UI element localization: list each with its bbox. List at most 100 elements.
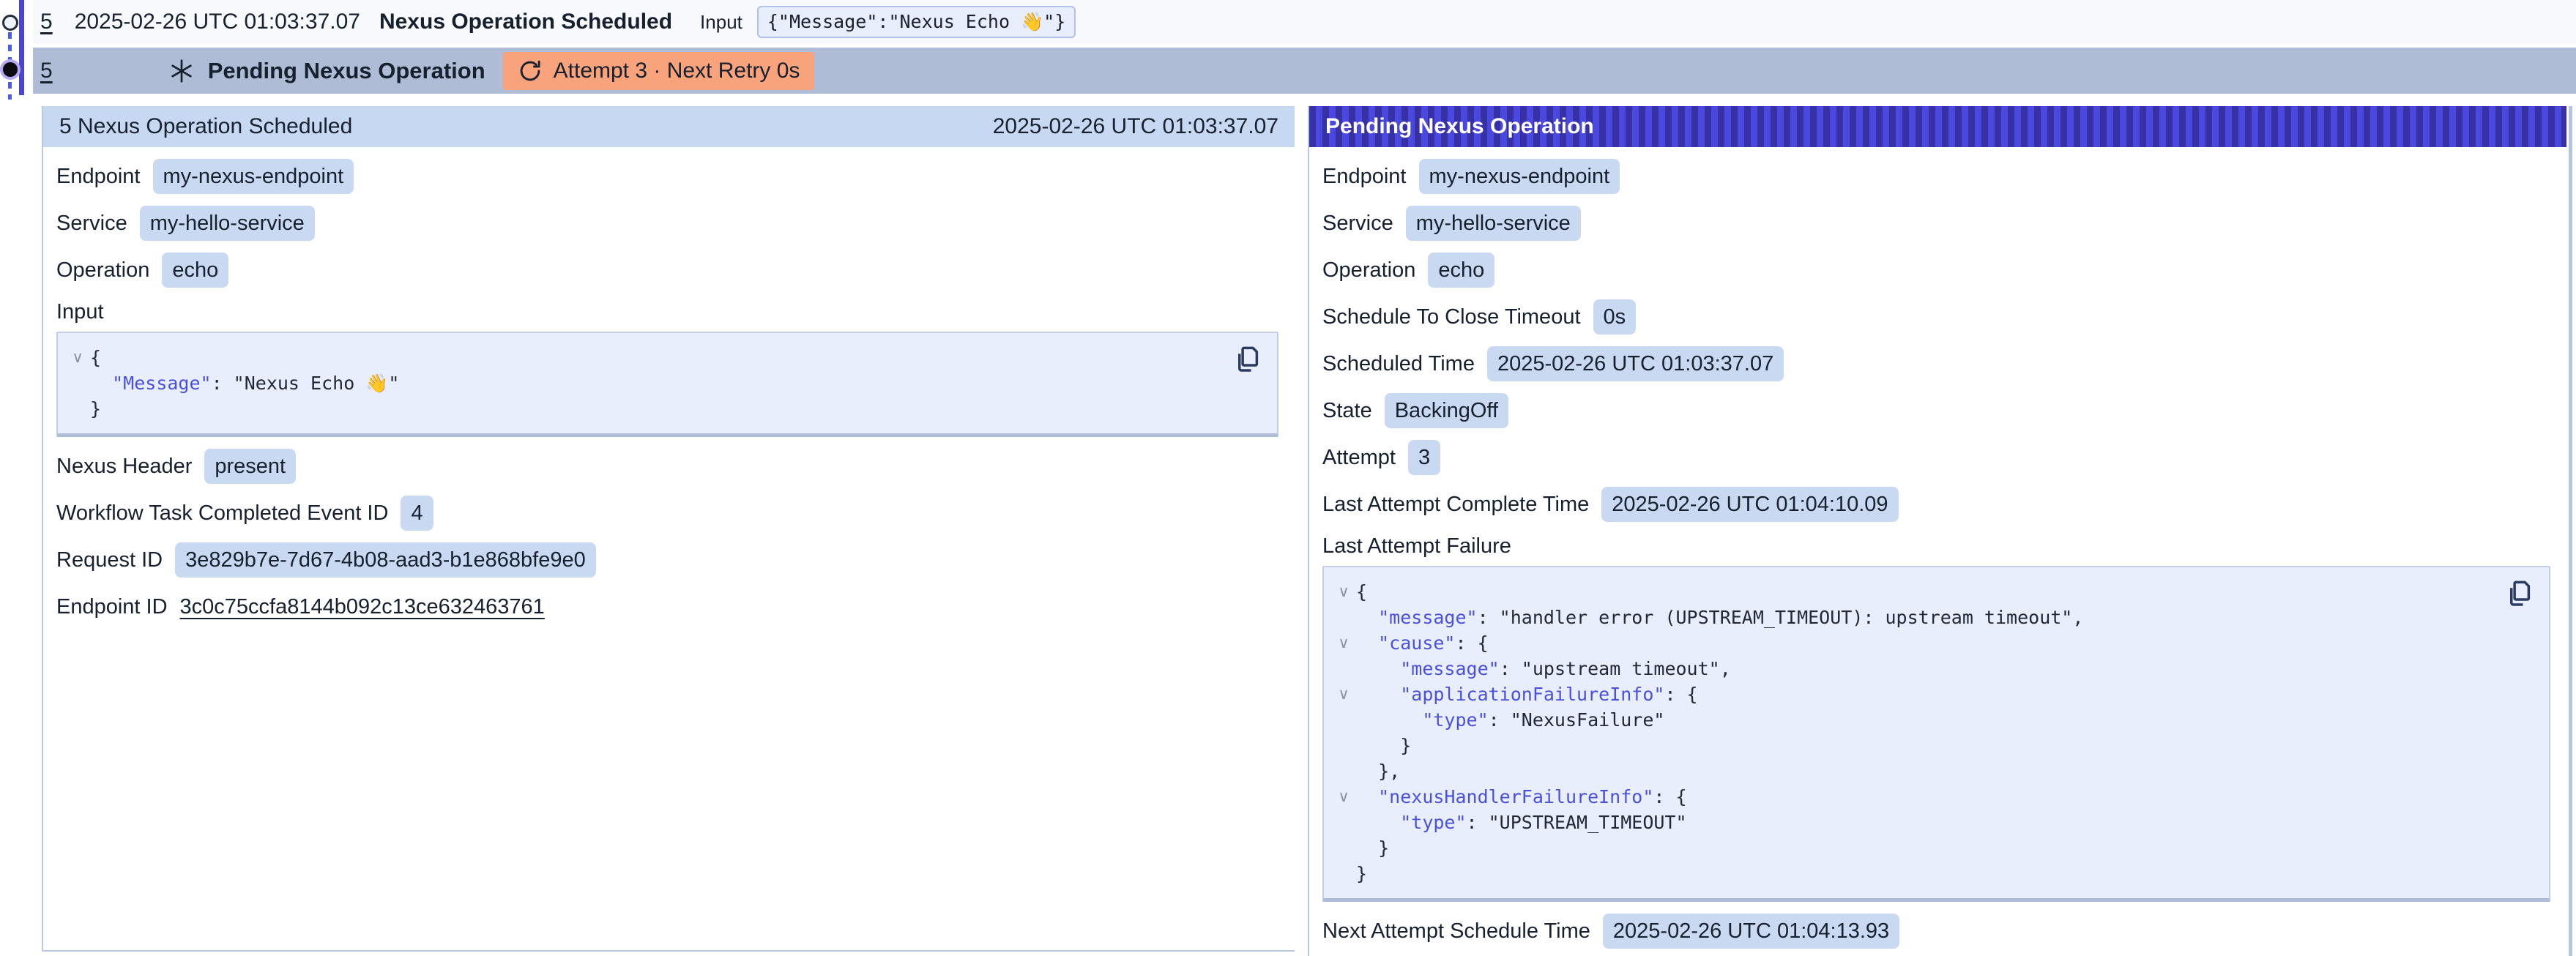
event-title: Nexus Operation Scheduled [379,10,672,34]
field-label: Service [1322,212,1393,236]
retry-icon [518,59,543,83]
event-detail-panel-scheduled: 5 Nexus Operation Scheduled 2025-02-26 U… [42,106,1295,952]
field-value-badge: 2025-02-26 UTC 01:04:13.93 [1603,914,1899,949]
field-attempt: Attempt 3 [1322,434,2550,481]
field-label: Scheduled Time [1322,352,1475,376]
field-request-id: Request ID 3e829b7e-7d67-4b08-aad3-b1e86… [56,537,1278,583]
code-text: "cause": { [1356,630,1489,656]
field-value-badge: my-hello-service [1406,206,1581,241]
vertical-scrollbar[interactable] [2569,106,2572,956]
code-gutter [1331,810,1356,835]
code-gutter [1331,605,1356,630]
field-value-badge: echo [1428,253,1494,288]
failure-section-label: Last Attempt Failure [1322,528,2550,564]
code-gutter [1331,707,1356,733]
field-label: Schedule To Close Timeout [1322,305,1581,329]
code-line: ∨{ [1331,579,2498,605]
field-value-badge: my-nexus-endpoint [1419,159,1620,194]
field-label: Last Attempt Complete Time [1322,493,1589,517]
failure-json-block: ∨{ "message": "handler error (UPSTREAM_T… [1322,566,2550,902]
code-line: "type": "UPSTREAM_TIMEOUT" [1331,810,2498,835]
code-text: "type": "NexusFailure" [1356,707,1664,733]
code-line: "message": "handler error (UPSTREAM_TIME… [1331,605,2498,630]
code-line: } [65,396,1226,422]
field-workflow-task-completed-event-id: Workflow Task Completed Event ID 4 [56,490,1278,537]
collapse-chevron-icon[interactable]: ∨ [1331,681,1356,707]
timeline-node-selected-icon[interactable] [3,62,18,77]
field-value-badge: 4 [401,496,433,531]
code-text: "message": "upstream timeout", [1356,656,1731,681]
event-id-link[interactable]: 5 [40,10,53,34]
code-text: }, [1356,758,1400,784]
code-text: "Message": "Nexus Echo 👋" [90,370,399,396]
event-row-nexus-operation-scheduled[interactable]: 5 2025-02-26 UTC 01:03:37.07 Nexus Opera… [33,0,2576,44]
timeline-rail [19,0,24,95]
field-value-badge: 2025-02-26 UTC 01:04:10.09 [1601,487,1898,522]
pending-event-title: Pending Nexus Operation [208,58,485,84]
code-line: ∨ "cause": { [1331,630,2498,656]
pending-asterisk-icon [168,58,195,84]
copy-button[interactable] [1233,343,1264,377]
code-line: } [1331,733,2498,758]
field-label: Endpoint [56,165,141,189]
code-text: "message": "handler error (UPSTREAM_TIME… [1356,605,2083,630]
field-label: Attempt [1322,446,1396,470]
field-label: Operation [1322,258,1415,283]
code-gutter [1331,758,1356,784]
code-gutter [1331,656,1356,681]
code-line: ∨ "applicationFailureInfo": { [1331,681,2498,707]
code-text: } [1356,861,1367,886]
field-service: Service my-hello-service [1322,200,2550,247]
field-nexus-header: Nexus Header present [56,443,1278,490]
field-operation: Operation echo [56,247,1278,294]
field-label: Nexus Header [56,455,192,479]
retry-badge-text: Attempt 3 · Next Retry 0s [554,59,800,83]
code-line: }, [1331,758,2498,784]
field-label: State [1322,399,1372,423]
timeline-node-open-icon[interactable] [2,15,18,31]
code-line: "message": "upstream timeout", [1331,656,2498,681]
left-panel-title: 5 Nexus Operation Scheduled [59,114,352,139]
code-line: "Message": "Nexus Echo 👋" [65,370,1226,396]
code-text: { [90,345,101,370]
retry-status-badge: Attempt 3 · Next Retry 0s [503,52,815,90]
code-line: ∨ "nexusHandlerFailureInfo": { [1331,784,2498,810]
event-timestamp: 2025-02-26 UTC 01:03:37.07 [75,10,360,34]
event-input-value-badge: {"Message":"Nexus Echo 👋"} [757,6,1076,38]
code-gutter [1331,733,1356,758]
copy-button[interactable] [2505,578,2536,611]
collapse-chevron-icon[interactable]: ∨ [1331,784,1356,810]
field-endpoint-id: Endpoint ID 3c0c75ccfa8144b092c13ce63246… [56,583,1278,630]
collapse-chevron-icon[interactable]: ∨ [1331,630,1356,656]
collapse-chevron-icon[interactable]: ∨ [65,345,90,370]
left-panel-timestamp: 2025-02-26 UTC 01:03:37.07 [993,114,1278,139]
field-label: Operation [56,258,149,283]
input-section-label: Input [56,294,1278,330]
code-text: } [1356,835,1389,861]
right-panel-title: Pending Nexus Operation [1325,114,1594,139]
pending-operation-panel: Pending Nexus Operation Endpoint my-nexu… [1308,106,2566,956]
endpoint-id-link[interactable]: 3c0c75ccfa8144b092c13ce632463761 [180,595,545,619]
right-panel-header: Pending Nexus Operation [1309,106,2566,147]
event-row-pending-nexus-operation[interactable]: 5 Pending Nexus Operation Attempt 3 · Ne… [33,48,2576,94]
field-value-badge: 0s [1593,299,1637,335]
field-operation: Operation echo [1322,247,2550,294]
field-service: Service my-hello-service [56,200,1278,247]
event-id-link[interactable]: 5 [40,59,53,83]
code-text: "applicationFailureInfo": { [1356,681,1698,707]
code-text: "type": "UPSTREAM_TIMEOUT" [1356,810,1687,835]
field-label: Workflow Task Completed Event ID [56,501,388,526]
field-label: Service [56,212,127,236]
field-value-badge: 2025-02-26 UTC 01:03:37.07 [1487,346,1784,381]
field-label: Next Attempt Schedule Time [1322,919,1590,944]
field-value-badge: my-nexus-endpoint [153,159,354,194]
field-schedule-to-close-timeout: Schedule To Close Timeout 0s [1322,294,2550,340]
code-line: } [1331,861,2498,886]
left-panel-header: 5 Nexus Operation Scheduled 2025-02-26 U… [43,106,1295,147]
field-next-attempt-schedule-time: Next Attempt Schedule Time 2025-02-26 UT… [1322,908,2550,955]
field-value-badge: present [204,449,296,484]
code-text: } [1356,733,1411,758]
field-last-attempt-complete-time: Last Attempt Complete Time 2025-02-26 UT… [1322,481,2550,528]
collapse-chevron-icon[interactable]: ∨ [1331,579,1356,605]
code-gutter [1331,861,1356,886]
